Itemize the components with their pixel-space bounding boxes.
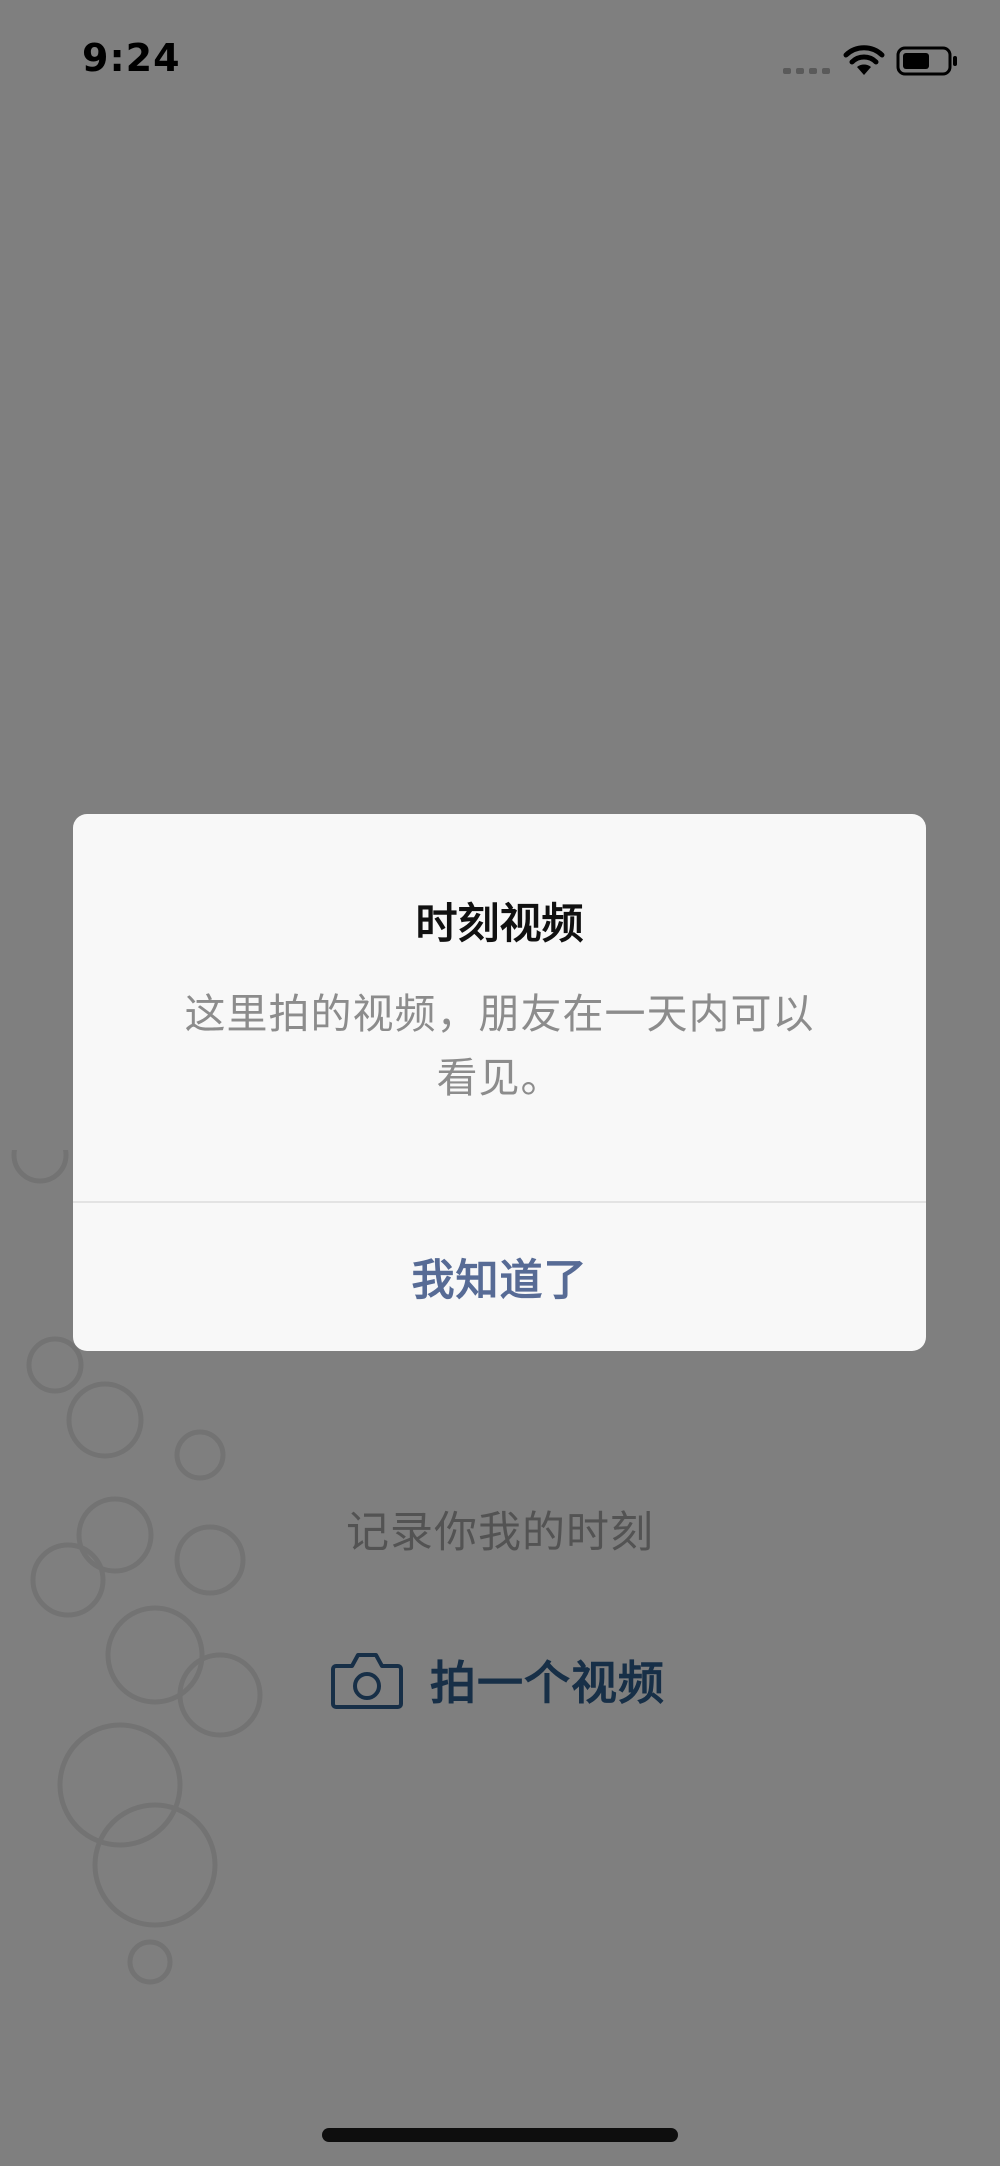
- dialog-title: 时刻视频: [415, 899, 584, 948]
- wifi-icon: [843, 45, 885, 75]
- got-it-button[interactable]: 我知道了: [73, 1203, 926, 1351]
- cellular-signal-icon: [783, 68, 830, 74]
- dialog-message: 这里拍的视频，朋友在一天内可以看见。: [184, 990, 815, 1102]
- battery-icon: [896, 46, 957, 76]
- status-time: 9:24: [82, 36, 181, 80]
- moments-video-dialog: 时刻视频 这里拍的视频，朋友在一天内可以看见。 我知道了: [73, 814, 926, 1351]
- home-indicator[interactable]: [322, 2128, 678, 2142]
- status-bar: 9:24: [0, 0, 1000, 130]
